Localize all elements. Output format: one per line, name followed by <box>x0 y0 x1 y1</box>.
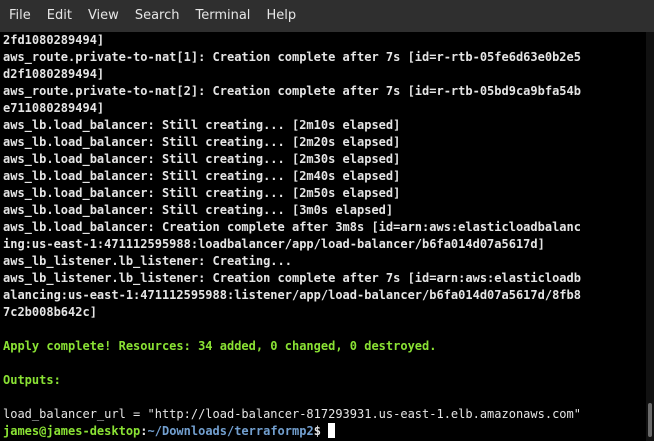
terminal-line: aws_lb.load_balancer: Still creating... … <box>3 135 401 149</box>
text-cursor <box>328 423 336 438</box>
terminal-line: aws_lb.load_balancer: Still creating... … <box>3 118 401 132</box>
terminal-line: alancing:us-east-1:471112595988:listener… <box>3 288 581 302</box>
terminal-line: aws_lb.load_balancer: Still creating... … <box>3 152 401 166</box>
menu-terminal[interactable]: Terminal <box>187 0 258 32</box>
terminal-line: aws_lb.load_balancer: Still creating... … <box>3 186 401 200</box>
terminal-line: 2fd1080289494] <box>3 33 105 47</box>
terminal-line: Outputs: <box>3 373 61 387</box>
terminal-line: e711080289494] <box>3 101 105 115</box>
scrollbar-thumb[interactable] <box>648 403 652 437</box>
menu-edit[interactable]: Edit <box>39 0 80 32</box>
prompt-path: ~/Downloads/terraformp2 <box>147 424 314 438</box>
terminal-line: Apply complete! Resources: 34 added, 0 c… <box>3 339 437 353</box>
terminal-scrollbar[interactable] <box>646 32 654 441</box>
terminal-line: aws_lb_listener.lb_listener: Creation co… <box>3 271 581 285</box>
terminal-line: aws_lb_listener.lb_listener: Creating... <box>3 254 292 268</box>
menu-file[interactable]: File <box>0 0 39 32</box>
terminal-line: d2f1080289494] <box>3 67 105 81</box>
terminal-line: ing:us-east-1:471112595988:loadbalancer/… <box>3 237 545 251</box>
terminal-line: aws_route.private-to-nat[2]: Creation co… <box>3 84 581 98</box>
terminal-line: aws_lb.load_balancer: Still creating... … <box>3 203 394 217</box>
prompt-separator: : <box>140 424 148 438</box>
terminal-output[interactable]: 2fd1080289494] aws_route.private-to-nat[1… <box>0 32 646 441</box>
terminal-line: aws_lb.load_balancer: Creation complete … <box>3 220 581 234</box>
prompt-dollar: $ <box>313 424 329 438</box>
menu-bar: File Edit View Search Terminal Help <box>0 0 654 32</box>
prompt-user-host: james@james-desktop <box>3 424 141 438</box>
shell-prompt[interactable]: james@james-desktop:~/Downloads/terrafor… <box>3 423 646 440</box>
terminal-line: aws_route.private-to-nat[1]: Creation co… <box>3 50 581 64</box>
terminal-line: load_balancer_url = "http://load-balance… <box>3 407 581 421</box>
terminal-line: 7c2b008b642c] <box>3 305 97 319</box>
terminal-line: aws_lb.load_balancer: Still creating... … <box>3 169 401 183</box>
menu-view[interactable]: View <box>80 0 127 32</box>
menu-search[interactable]: Search <box>127 0 188 32</box>
menu-help[interactable]: Help <box>258 0 304 32</box>
